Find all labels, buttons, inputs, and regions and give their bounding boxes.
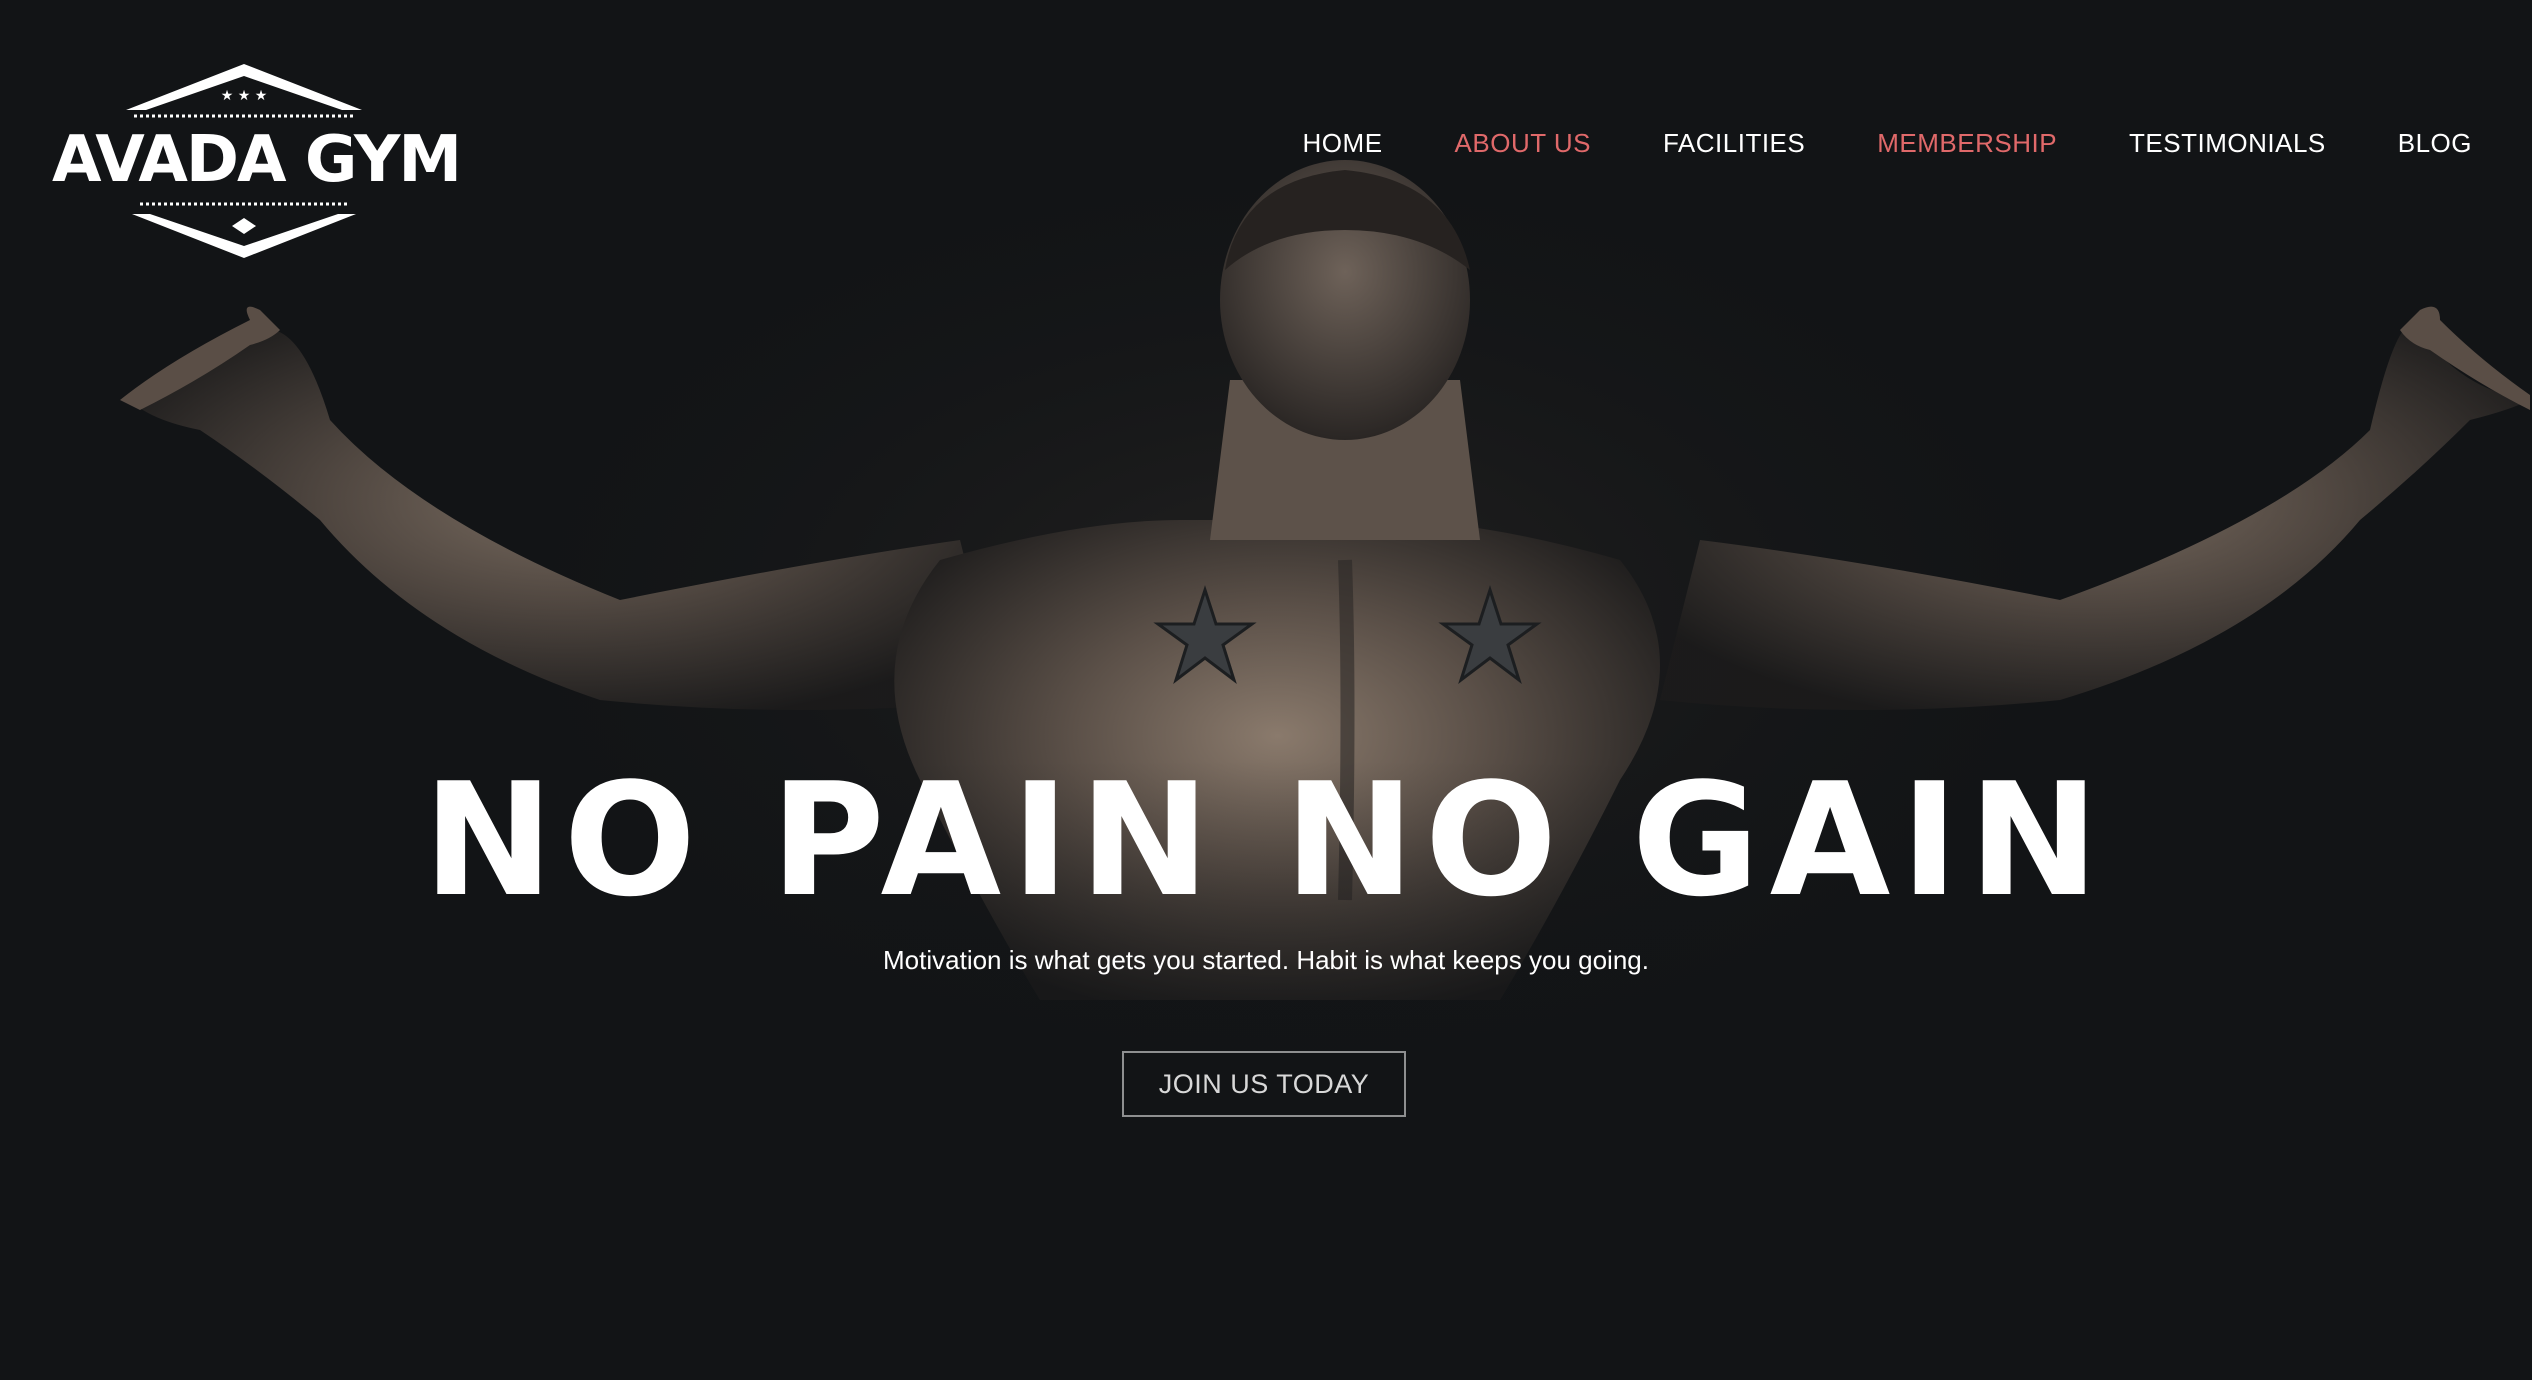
hero-subtitle: Motivation is what gets you started. Hab…	[883, 945, 1649, 975]
nav-item-membership[interactable]: MEMBERSHIP	[1877, 128, 2057, 159]
site-logo[interactable]: ★ ★ ★ AVADA GYM	[52, 58, 462, 264]
main-nav: HOME ABOUT US FACILITIES MEMBERSHIP TEST…	[1231, 128, 2472, 159]
nav-item-blog[interactable]: BLOG	[2398, 128, 2472, 159]
nav-item-testimonials[interactable]: TESTIMONIALS	[2129, 128, 2326, 159]
nav-item-facilities[interactable]: FACILITIES	[1663, 128, 1805, 159]
svg-text:★ ★ ★: ★ ★ ★	[221, 88, 268, 104]
logo-text: AVADA GYM	[52, 123, 462, 197]
hero-title: NO PAIN NO GAIN	[422, 749, 2109, 931]
nav-item-home[interactable]: HOME	[1303, 128, 1383, 159]
nav-item-about-us[interactable]: ABOUT US	[1455, 128, 1591, 159]
join-us-button[interactable]: JOIN US TODAY	[1122, 1051, 1406, 1117]
page: ★ ★ ★ AVADA GYM HOME ABOUT US FACILITIES…	[0, 0, 2532, 1380]
